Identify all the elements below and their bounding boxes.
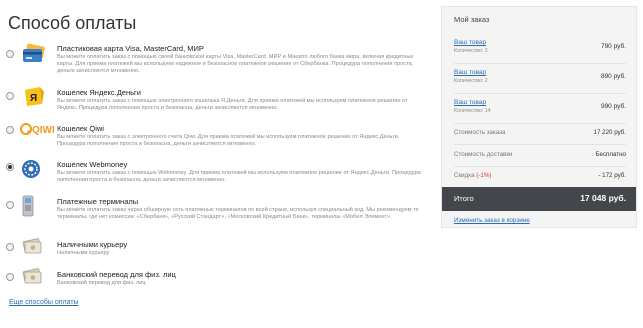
total-value: 17 048 руб. xyxy=(580,193,626,203)
radio-bank-transfer[interactable] xyxy=(6,273,14,281)
divider xyxy=(454,123,626,124)
order-item: Ваш товар Количество: 2 890 руб. xyxy=(454,69,626,84)
radio-qiwi[interactable] xyxy=(6,126,14,134)
method-desc-yandex: Вы можете оплатить заказ с помощью элект… xyxy=(57,98,408,111)
order-total-bar: Итого 17 048 руб. xyxy=(442,187,636,211)
qiwi-logo-text: QIWI xyxy=(32,125,55,136)
method-desc-terminal: Вы можете оплатить заказ через обширную … xyxy=(57,207,419,220)
order-cost-value: 17 220 руб. xyxy=(593,129,626,136)
bank-transfer-icon xyxy=(20,267,50,289)
method-desc-card: Вы можете оплатить заказ с помощью своей… xyxy=(57,54,414,74)
svg-text:Я: Я xyxy=(30,93,37,104)
method-desc-qiwi: Вы можете оплатить заказ с электронного … xyxy=(57,134,400,147)
edit-cart-link[interactable]: Изменить заказ в корзине xyxy=(454,217,530,224)
method-title-terminal: Платежные терминалы xyxy=(57,197,139,206)
discount-label: Скидка xyxy=(454,172,475,179)
radio-cash[interactable] xyxy=(6,243,14,251)
bank-card-icon xyxy=(20,43,50,65)
delivery-cost-row: Стоимость доставки Бесплатно xyxy=(454,151,626,158)
order-item-price: 990 руб. xyxy=(600,103,626,110)
method-desc-webmoney: Вы можете оплатить заказ с помощью Webmo… xyxy=(57,170,421,183)
order-summary-panel: Мой заказ Ваш товар Количество: 2 790 ру… xyxy=(441,6,637,228)
method-desc-cash: Наличными курьеру xyxy=(57,250,110,256)
method-title-bank-transfer: Банковский перевод для физ. лиц xyxy=(57,270,176,279)
radio-card[interactable] xyxy=(6,50,14,58)
order-item: Ваш товар Количество: 2 790 руб. xyxy=(454,39,626,54)
yandex-money-icon: Я xyxy=(20,84,50,106)
order-title: Мой заказ xyxy=(454,15,490,24)
discount-percent: (-1%) xyxy=(476,172,492,179)
qiwi-icon: QIWI xyxy=(20,122,56,144)
total-label: Итого xyxy=(454,194,474,203)
order-cost-label: Стоимость заказа xyxy=(454,129,506,136)
method-title-webmoney: Кошелек Webmoney xyxy=(57,160,128,169)
order-item: Ваш товар Количество: 14 990 руб. xyxy=(454,99,626,114)
method-title-card: Пластиковая карта Visa, MasterCard, МИР xyxy=(57,44,204,53)
more-payment-methods-link[interactable]: Еще способы оплаты xyxy=(9,299,79,306)
order-item-price: 790 руб. xyxy=(600,43,626,50)
discount-row: Скидка (-1%) - 172 руб. xyxy=(454,172,626,179)
payment-methods-section: Способ оплаты Пластиковая карта Visa, Ma… xyxy=(0,0,432,328)
cash-icon xyxy=(20,237,50,259)
divider xyxy=(454,63,626,64)
method-title-qiwi: Кошелек Qiwi xyxy=(57,124,104,133)
radio-yandex[interactable] xyxy=(6,92,14,100)
method-desc-bank-transfer: Банковский перевод для физ. лиц xyxy=(57,280,146,286)
discount-value: - 172 руб. xyxy=(598,172,626,179)
order-cost-row: Стоимость заказа 17 220 руб. xyxy=(454,129,626,136)
divider xyxy=(454,144,626,145)
radio-webmoney[interactable] xyxy=(6,163,14,171)
divider xyxy=(454,166,626,167)
page-title: Способ оплаты xyxy=(8,13,137,33)
divider xyxy=(454,93,626,94)
webmoney-icon xyxy=(20,158,50,180)
payment-terminal-icon xyxy=(20,195,50,217)
delivery-cost-value: Бесплатно xyxy=(595,151,626,158)
order-item-price: 890 руб. xyxy=(600,73,626,80)
delivery-cost-label: Стоимость доставки xyxy=(454,151,513,158)
method-title-yandex: Кошелек Яндекс.Деньги xyxy=(57,88,141,97)
method-title-cash: Наличными курьеру xyxy=(57,240,128,249)
radio-terminal[interactable] xyxy=(6,201,14,209)
